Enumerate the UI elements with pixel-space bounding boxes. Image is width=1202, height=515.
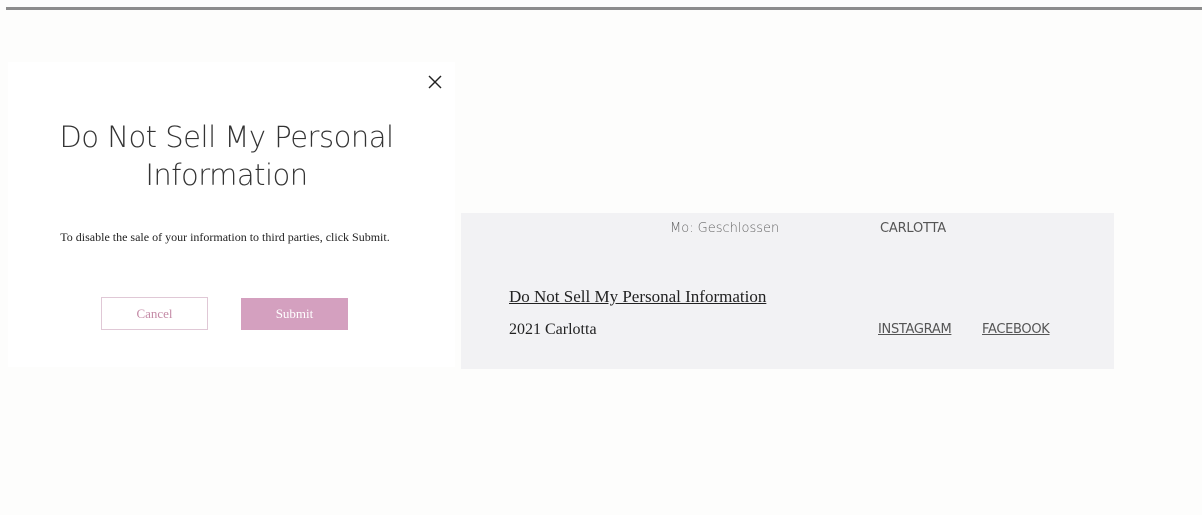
cancel-button[interactable]: Cancel bbox=[101, 297, 208, 330]
footer-brand: CARLOTTA bbox=[880, 221, 946, 236]
do-not-sell-link[interactable]: Do Not Sell My Personal Information bbox=[509, 287, 766, 307]
facebook-link[interactable]: FACEBOOK bbox=[982, 322, 1050, 337]
do-not-sell-modal bbox=[8, 62, 455, 367]
submit-button[interactable]: Submit bbox=[241, 298, 348, 330]
top-divider bbox=[6, 7, 1202, 10]
modal-description: To disable the sale of your information … bbox=[60, 230, 390, 244]
close-icon[interactable] bbox=[427, 74, 443, 90]
modal-title: Do Not Sell My Personal Information bbox=[59, 120, 394, 192]
opening-hours: Mo: Geschlossen bbox=[670, 221, 780, 236]
instagram-link[interactable]: INSTAGRAM bbox=[878, 322, 952, 337]
copyright-text: 2021 Carlotta bbox=[509, 321, 597, 338]
